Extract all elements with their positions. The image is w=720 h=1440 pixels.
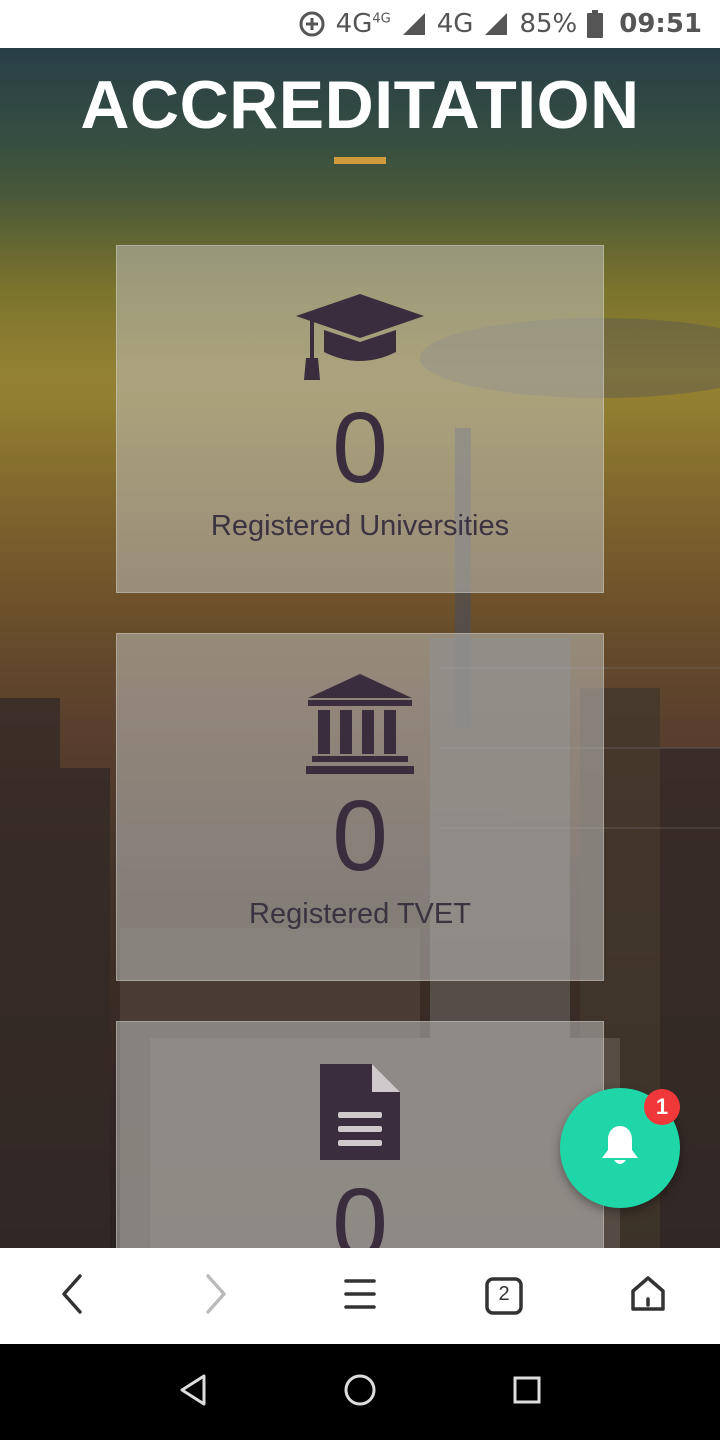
data-saver-icon	[298, 10, 326, 38]
network-type-1: 4G4G	[335, 9, 391, 39]
circle-home-icon	[342, 1372, 378, 1413]
signal-icon	[401, 11, 427, 37]
menu-button[interactable]	[324, 1260, 396, 1332]
signal-icon	[483, 11, 509, 37]
system-home-button[interactable]	[330, 1362, 390, 1422]
status-bar: 4G4G 4G 85% 09:51	[0, 0, 720, 48]
chevron-right-icon	[204, 1273, 228, 1319]
system-navigation-bar	[0, 1344, 720, 1440]
square-recents-icon	[512, 1375, 542, 1410]
battery-icon	[587, 10, 604, 38]
browser-toolbar: 2	[0, 1248, 720, 1344]
tab-count: 2	[498, 1283, 510, 1305]
forward-button[interactable]	[180, 1260, 252, 1332]
page-title: ACCREDITATION	[80, 67, 640, 143]
chevron-left-icon	[60, 1273, 84, 1319]
tabs-icon: 2	[485, 1277, 523, 1315]
universities-count: 0	[332, 392, 388, 504]
notification-badge: 1	[644, 1089, 680, 1125]
document-icon	[117, 1060, 603, 1164]
page-content[interactable]: ACCREDITATION 0 Registered Universities	[0, 48, 720, 1248]
triangle-back-icon	[178, 1373, 208, 1412]
network-type-2: 4G	[436, 9, 474, 39]
graduation-cap-icon	[117, 292, 603, 382]
battery-percentage: 85%	[519, 9, 578, 39]
documents-count: 0	[332, 1168, 388, 1248]
tvet-card[interactable]: 0 Registered TVET	[116, 633, 604, 981]
title-underline	[334, 157, 386, 164]
tvet-label: Registered TVET	[249, 898, 471, 930]
universities-card[interactable]: 0 Registered Universities	[116, 245, 604, 593]
bell-icon	[600, 1124, 640, 1173]
back-button[interactable]	[36, 1260, 108, 1332]
tvet-count: 0	[332, 780, 388, 892]
documents-card[interactable]: 0	[116, 1021, 604, 1248]
universities-label: Registered Universities	[210, 510, 510, 542]
system-back-button[interactable]	[163, 1362, 223, 1422]
tabs-button[interactable]: 2	[468, 1260, 540, 1332]
institution-icon	[117, 672, 603, 776]
clock: 09:51	[619, 9, 702, 39]
system-recents-button[interactable]	[497, 1362, 557, 1422]
home-icon	[629, 1275, 667, 1318]
home-button[interactable]	[612, 1260, 684, 1332]
menu-icon	[343, 1277, 377, 1316]
